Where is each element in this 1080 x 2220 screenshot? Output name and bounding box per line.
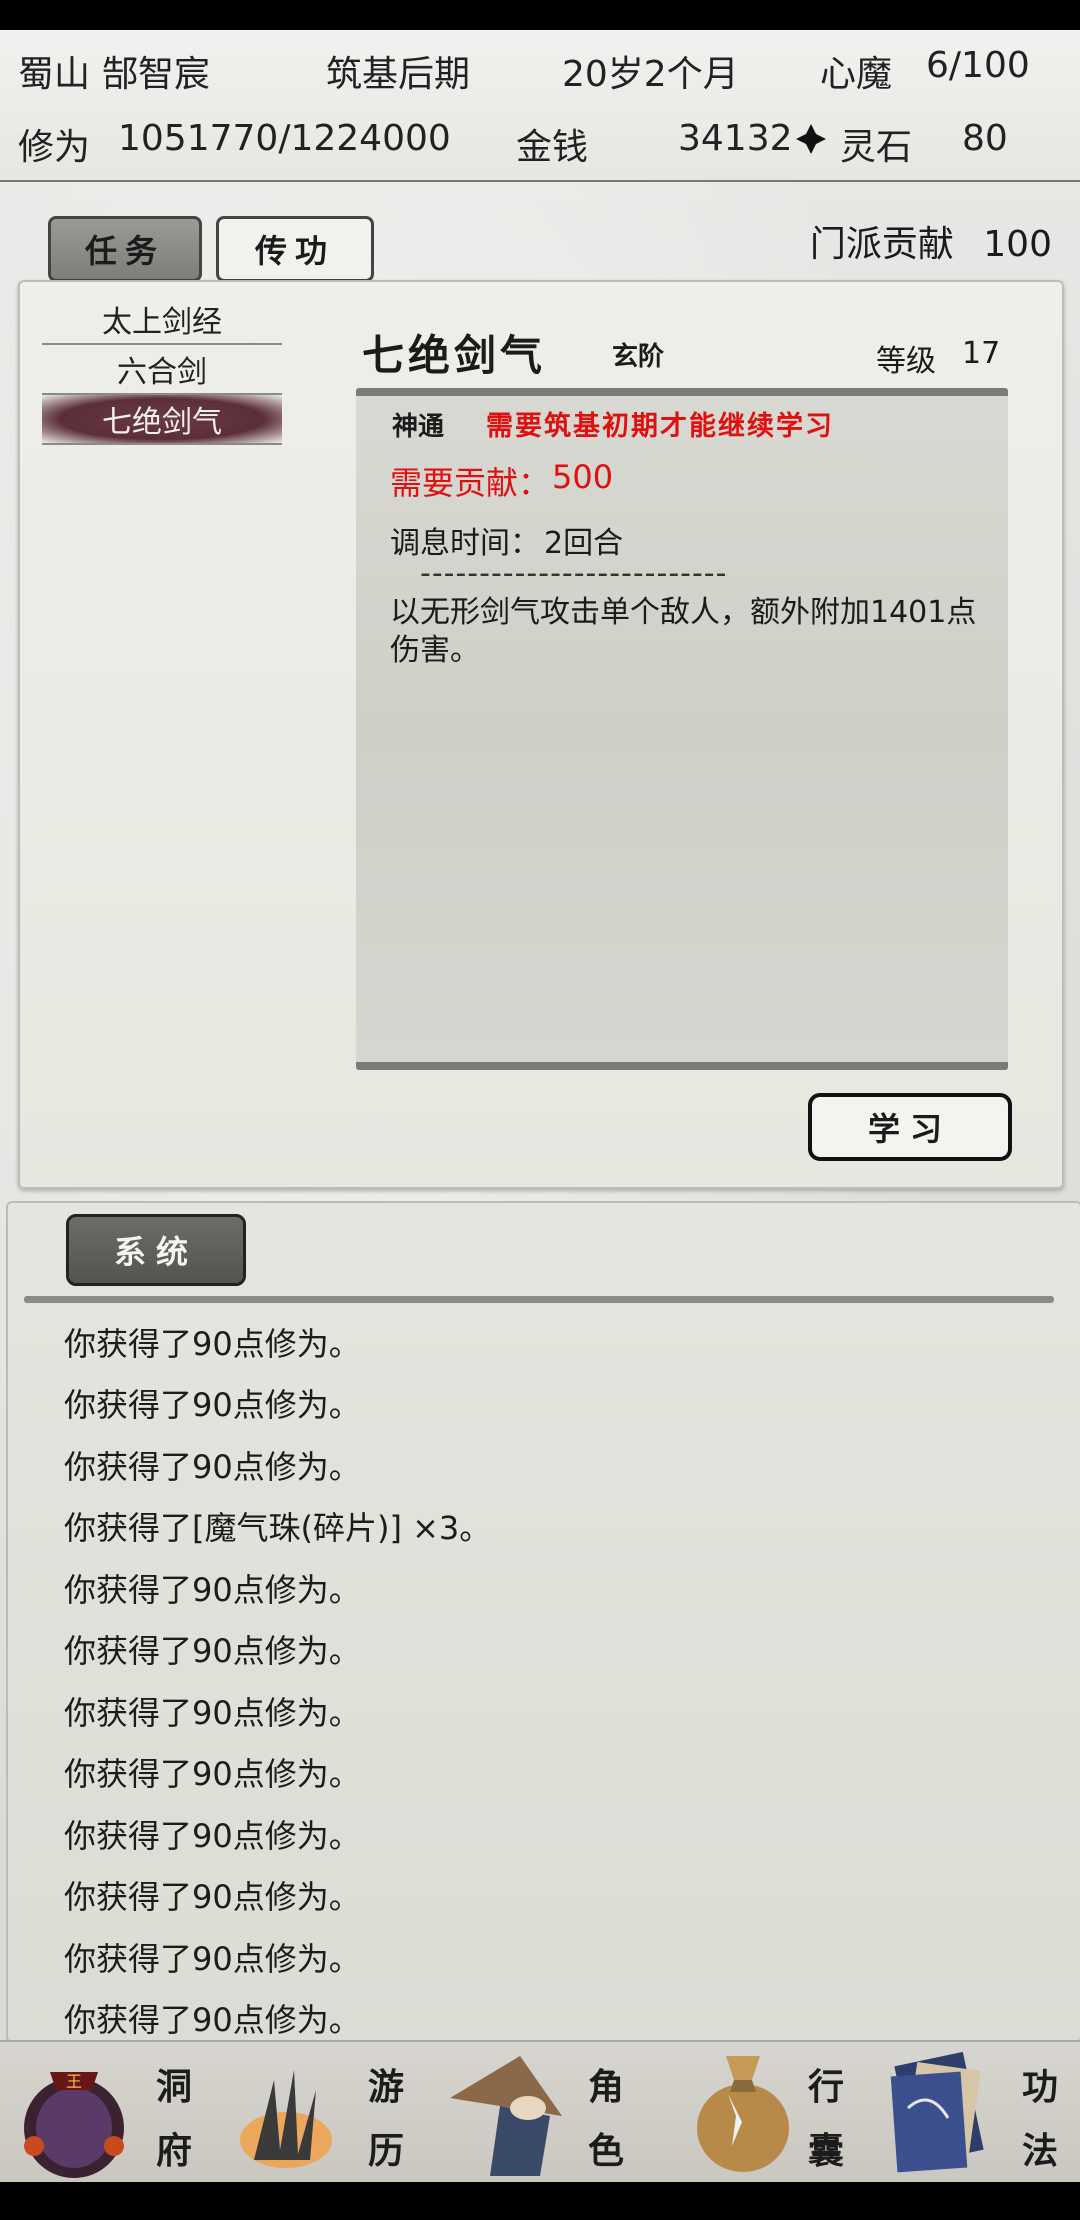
log-line: 你获得了[魔气珠(碎片)] ×3。 <box>64 1509 492 1548</box>
nav-techniques[interactable]: 功 法 <box>864 2040 1080 2182</box>
skill-tier: 玄阶 <box>612 342 665 372</box>
skill-title: 七绝剑气 <box>362 331 547 380</box>
character-icon <box>450 2056 562 2176</box>
demon-value: 6/100 <box>926 45 1030 86</box>
system-divider <box>24 1296 1054 1303</box>
money-label: 金钱 <box>516 127 589 168</box>
learn-button[interactable]: 学习 <box>808 1093 1012 1161</box>
contribution-value: 100 <box>983 224 1052 265</box>
tab-task[interactable]: 任务 <box>48 216 202 282</box>
skill-item-seven-sword-qi[interactable]: 七绝剑气 <box>42 395 282 445</box>
sect-name: 蜀山 <box>18 54 91 95</box>
cultivation-label: 修为 <box>18 127 91 168</box>
contribution-label: 门派贡献 <box>809 224 954 265</box>
skill-item-liuhe-sword[interactable]: 六合剑 <box>42 345 282 395</box>
svg-text:王: 王 <box>66 2072 82 2091</box>
travel-icon <box>240 2070 332 2168</box>
nav-label-top: 角 <box>588 2066 625 2108</box>
nav-label-top: 洞 <box>156 2066 193 2108</box>
cost-value: 500 <box>552 458 614 496</box>
nav-bag[interactable]: 行 囊 <box>648 2040 864 2182</box>
cave-dwelling-icon: 王 <box>24 2072 124 2178</box>
nav-label-top: 功 <box>1022 2066 1059 2108</box>
nav-label-bottom: 色 <box>588 2130 625 2172</box>
log-line: 你获得了90点修为。 <box>64 1447 361 1486</box>
demon-label: 心魔 <box>820 54 893 95</box>
spirit-stone-icon <box>796 124 826 154</box>
spirit-stone-label: 灵石 <box>840 127 913 168</box>
log-line: 你获得了90点修为。 <box>64 1386 361 1425</box>
skill-item-taishang-sword-scripture[interactable]: 太上剑经 <box>42 295 282 345</box>
system-log-list[interactable]: 你获得了90点修为。 你获得了90点修为。 你获得了90点修为。 你获得了[魔气… <box>64 1311 1044 2049</box>
divider: -------------------------- <box>420 556 728 591</box>
log-line: 你获得了90点修为。 <box>64 1816 361 1855</box>
log-line: 你获得了90点修为。 <box>64 1324 361 1363</box>
realm: 筑基后期 <box>326 54 471 95</box>
log-line: 你获得了90点修为。 <box>64 1693 361 1732</box>
character-name: 郜智宸 <box>102 54 211 95</box>
nav-character[interactable]: 角 色 <box>432 2040 648 2182</box>
requirement-type: 神通 <box>392 412 445 442</box>
nav-travel[interactable]: 游 历 <box>216 2040 432 2182</box>
skill-list: 太上剑经 六合剑 七绝剑气 <box>42 295 282 445</box>
nav-label-top: 游 <box>368 2066 405 2108</box>
spirit-stone-value: 80 <box>962 118 1008 159</box>
money-value: 34132 <box>678 118 793 159</box>
screen: 蜀山 郜智宸 筑基后期 20岁2个月 心魔 6/100 修为 1051770/1… <box>0 0 1080 2220</box>
sect-contribution: 门派贡献 100 <box>810 215 1052 267</box>
log-line: 你获得了90点修为。 <box>64 1570 361 1609</box>
technique-book-icon <box>890 2051 984 2173</box>
level-label: 等级 <box>876 344 936 379</box>
bag-icon <box>697 2056 789 2172</box>
requirement-text: 需要筑基初期才能继续学习 <box>486 411 834 442</box>
nav-label-bottom: 府 <box>156 2130 193 2172</box>
nav-label-bottom: 法 <box>1022 2130 1059 2172</box>
system-bottom-bar <box>0 2182 1080 2220</box>
log-line: 你获得了90点修为。 <box>64 1939 361 1978</box>
age: 20岁2个月 <box>562 54 739 95</box>
nav-cave-dwelling[interactable]: 王 洞 府 <box>0 2040 216 2182</box>
cost-label: 需要贡献： <box>390 464 551 502</box>
nav-label-bottom: 历 <box>368 2130 405 2172</box>
tab-transmit[interactable]: 传功 <box>216 216 374 282</box>
cultivation-value: 1051770/1224000 <box>118 118 451 159</box>
skill-description: 以无形剑气攻击单个敌人，额外附加1401点伤害。 <box>390 595 977 668</box>
level-value: 17 <box>962 336 1001 371</box>
tab-system[interactable]: 系统 <box>66 1214 246 1286</box>
status-bar <box>0 0 1080 30</box>
log-line: 你获得了90点修为。 <box>64 1632 361 1671</box>
nav-label-bottom: 囊 <box>808 2130 845 2172</box>
nav-label-top: 行 <box>808 2066 845 2108</box>
log-line: 你获得了90点修为。 <box>64 1755 361 1794</box>
log-line: 你获得了90点修为。 <box>64 1878 361 1917</box>
